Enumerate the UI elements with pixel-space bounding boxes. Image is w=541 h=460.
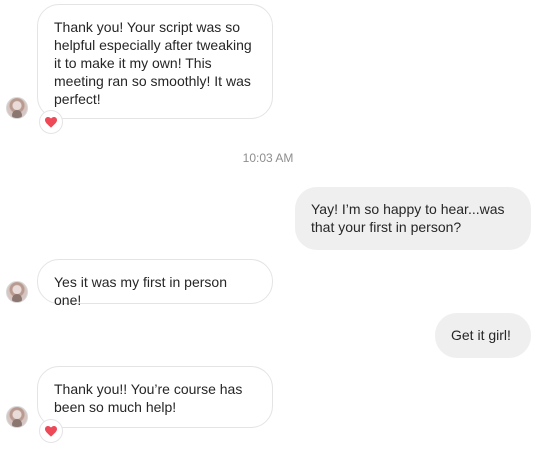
incoming-message-bubble[interactable]: Thank you! Your script was so helpful es… [37, 4, 273, 119]
timestamp: 10:03 AM [242, 151, 294, 165]
sender-avatar[interactable] [6, 406, 28, 428]
sender-avatar[interactable] [6, 281, 28, 303]
message-text: Get it girl! [451, 327, 511, 343]
heart-icon [45, 425, 57, 437]
message-text: Yes it was my first in person one! [54, 274, 227, 308]
outgoing-message-bubble[interactable]: Yay! I’m so happy to hear...was that you… [295, 187, 531, 250]
message-text: Yay! I’m so happy to hear...was that you… [311, 201, 505, 235]
message-text: Thank you! Your script was so helpful es… [54, 19, 252, 107]
message-text: Thank you!! You’re course has been so mu… [54, 381, 243, 415]
incoming-message-bubble[interactable]: Thank you!! You’re course has been so mu… [37, 366, 273, 428]
outgoing-message-bubble[interactable]: Get it girl! [435, 313, 531, 358]
message-reaction[interactable] [39, 110, 63, 134]
message-reaction[interactable] [39, 419, 63, 443]
incoming-message-bubble[interactable]: Yes it was my first in person one! [37, 259, 273, 308]
heart-icon [45, 116, 57, 128]
sender-avatar[interactable] [6, 97, 28, 119]
